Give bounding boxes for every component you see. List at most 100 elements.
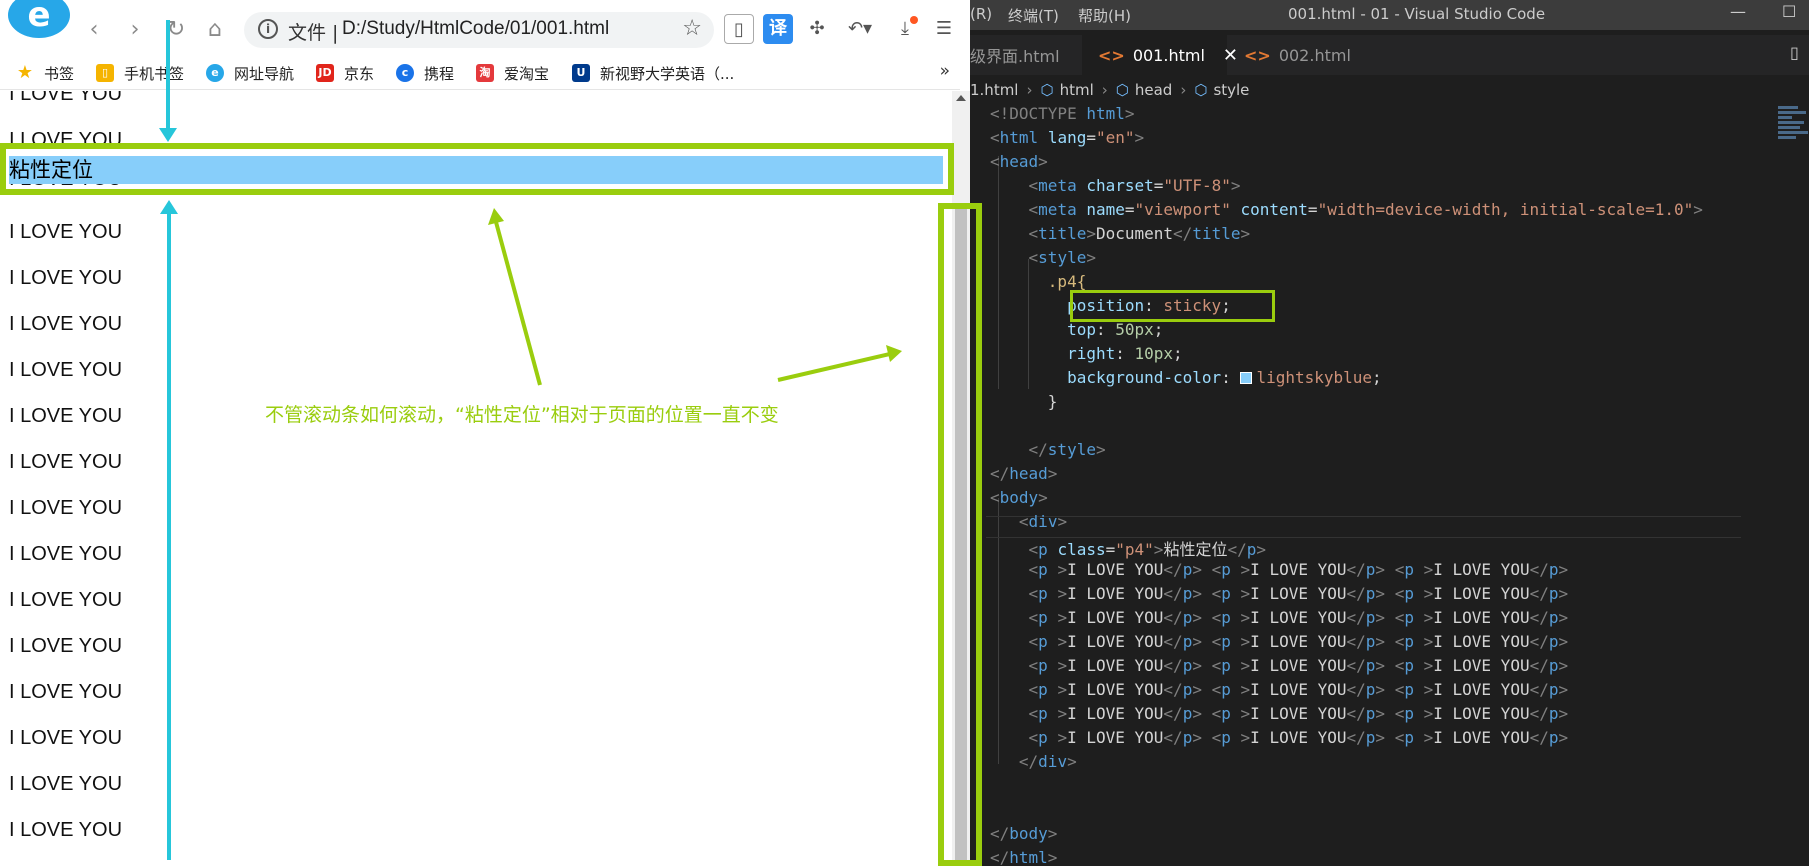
bookmark-item[interactable]: 淘 爱淘宝 (476, 62, 549, 84)
minimize-icon[interactable]: — (1730, 2, 1746, 21)
jd-icon: JD (316, 64, 334, 82)
bookmark-item[interactable]: ▯ 手机书签 (96, 62, 184, 84)
download-icon[interactable]: ⤓ (890, 14, 920, 44)
bookmark-item[interactable]: ★ 书签 (16, 62, 74, 84)
breadcrumb: 1.html › ⬡ html › ⬡ head › ⬡ style (970, 81, 1250, 99)
page-line: I LOVE YOU (9, 221, 123, 243)
page-line: I LOVE YOU (9, 313, 123, 335)
scroll-up-icon[interactable] (956, 95, 966, 101)
page-line: I LOVE YOU (9, 635, 123, 657)
color-swatch-icon[interactable] (1240, 372, 1253, 384)
extensions-icon[interactable]: ✣ (802, 14, 832, 44)
bookmarks-more-icon[interactable]: » (940, 61, 950, 81)
element-icon: ⬡ (1194, 81, 1208, 99)
sticky-element: 粘性定位 (9, 156, 943, 184)
u-icon: U (572, 64, 590, 82)
bookmark-item[interactable]: e 网址导航 (206, 62, 294, 84)
page-viewport[interactable]: I LOVE YOU I LOVE YOU I LOVE YOU 粘性定位 I … (0, 91, 952, 866)
code-line: <p class="p4">粘性定位</p> (1028, 540, 1266, 559)
current-line-highlight (986, 516, 1741, 538)
code-line: <p >I LOVE YOU</p> <p >I LOVE YOU</p> <p… (1028, 704, 1569, 723)
code-line: <style> (1028, 248, 1096, 267)
code-line: </html> (990, 848, 1058, 866)
code-line: <!DOCTYPE html> (990, 104, 1135, 123)
code-line: <p >I LOVE YOU</p> <p >I LOVE YOU</p> <p… (1028, 584, 1569, 603)
page-scrollbar[interactable] (952, 91, 970, 866)
page-line: I LOVE YOU (9, 727, 123, 749)
page-line: I LOVE YOU (9, 129, 123, 151)
page-line: I LOVE YOU (9, 681, 123, 703)
bookmark-item[interactable]: JD 京东 (316, 62, 374, 84)
page-line: I LOVE YOU (9, 91, 123, 105)
info-icon[interactable]: i (258, 19, 278, 39)
browser-toolbar: e ‹ › ↻ ⌂ i 文件 | D:/Study/HtmlCode/01/00… (0, 0, 970, 56)
page-line: I LOVE YOU (9, 773, 123, 795)
translate-icon[interactable]: 译 (763, 14, 793, 44)
breadcrumb-head[interactable]: head (1135, 81, 1172, 99)
bookmark-item[interactable]: c 携程 (396, 62, 454, 84)
code-line: top: 50px; (1067, 320, 1164, 339)
code-line: position: sticky; (1067, 296, 1231, 315)
page-line: I LOVE YOU (9, 543, 123, 565)
window-title: 001.html - 01 - Visual Studio Code (1288, 5, 1546, 23)
nav-icon: e (206, 64, 224, 82)
page-line: I LOVE YOU (9, 405, 123, 427)
breadcrumb-html[interactable]: html (1060, 81, 1094, 99)
code-line: right: 10px; (1067, 344, 1183, 363)
code-line: background-color: lightskyblue; (1067, 368, 1382, 387)
scrollbar-thumb[interactable] (955, 203, 967, 863)
split-editor-icon[interactable]: ▯ (1790, 43, 1799, 62)
vscode-window: (R) 终端(T) 帮助(H) 001.html - 01 - Visual S… (970, 0, 1809, 866)
taobao-icon: 淘 (476, 64, 494, 82)
menu-run[interactable]: (R) (970, 5, 992, 23)
back-button[interactable]: ‹ (80, 16, 108, 44)
code-editor[interactable]: <!DOCTYPE html> <html lang="en"> <head> … (970, 104, 1770, 866)
bookmark-item[interactable]: U 新视野大学英语（... (572, 62, 734, 84)
code-line: </div> (1018, 752, 1077, 771)
code-line: <p >I LOVE YOU</p> <p >I LOVE YOU</p> <p… (1028, 656, 1569, 675)
page-line: I LOVE YOU (9, 589, 123, 611)
code-line: <html lang="en"> (990, 128, 1145, 147)
code-line: <div> (1018, 512, 1068, 531)
breadcrumb-style[interactable]: style (1213, 81, 1249, 99)
browser-window: e ‹ › ↻ ⌂ i 文件 | D:/Study/HtmlCode/01/00… (0, 0, 970, 866)
reader-icon[interactable]: ▯ (724, 14, 754, 44)
html-file-icon: <> (1098, 45, 1125, 65)
code-line: </body> (990, 824, 1058, 843)
code-line: } (990, 392, 1058, 411)
code-line: </style> (1028, 440, 1106, 459)
browser-logo-icon: e (8, 0, 70, 38)
menu-terminal[interactable]: 终端(T) (1008, 5, 1059, 26)
address-scheme-label: 文件 | (288, 22, 339, 44)
code-line: <title>Document</title> (1028, 224, 1251, 243)
address-bar[interactable]: i 文件 | D:/Study/HtmlCode/01/001.html ☆ (244, 12, 714, 48)
bookmark-star-icon[interactable]: ☆ (682, 16, 702, 41)
forward-button[interactable]: › (121, 16, 149, 44)
tab-001-html[interactable]: <> 001.html ✕ (1082, 35, 1238, 75)
page-line: I LOVE YOU (9, 359, 123, 381)
maximize-icon[interactable]: ☐ (1782, 2, 1796, 21)
address-url[interactable]: D:/Study/HtmlCode/01/001.html (342, 18, 609, 40)
tab-prev-file[interactable]: 级界面.html (970, 35, 1080, 75)
editor-tabbar: 级界面.html <> 001.html ✕ <> 002.html ▯ (970, 35, 1809, 75)
element-icon: ⬡ (1040, 81, 1054, 99)
reload-button[interactable]: ↻ (162, 16, 190, 44)
code-line: <p >I LOVE YOU</p> <p >I LOVE YOU</p> <p… (1028, 728, 1569, 747)
undo-icon[interactable]: ↶▾ (845, 14, 875, 44)
minimap[interactable] (1778, 104, 1809, 164)
ctrip-icon: c (396, 64, 414, 82)
menu-help[interactable]: 帮助(H) (1078, 5, 1131, 26)
page-line: I LOVE YOU (9, 497, 123, 519)
code-line: </head> (990, 464, 1058, 483)
menu-icon[interactable]: ☰ (929, 14, 959, 44)
html-file-icon: <> (1244, 45, 1271, 65)
home-button[interactable]: ⌂ (201, 16, 229, 44)
breadcrumb-file[interactable]: 1.html (970, 81, 1018, 99)
element-icon: ⬡ (1115, 81, 1129, 99)
code-line: <p >I LOVE YOU</p> <p >I LOVE YOU</p> <p… (1028, 632, 1569, 651)
annotation-text: 不管滚动条如何滚动，“粘性定位”相对于页面的位置一直不变 (265, 404, 779, 426)
code-line: <p >I LOVE YOU</p> <p >I LOVE YOU</p> <p… (1028, 560, 1569, 579)
bookmarks-bar: ★ 书签 ▯ 手机书签 e 网址导航 JD 京东 c 携程 淘 爱淘宝 U 新视… (0, 56, 960, 90)
star-icon: ★ (16, 62, 34, 83)
tab-002-html[interactable]: <> 002.html (1228, 35, 1378, 75)
